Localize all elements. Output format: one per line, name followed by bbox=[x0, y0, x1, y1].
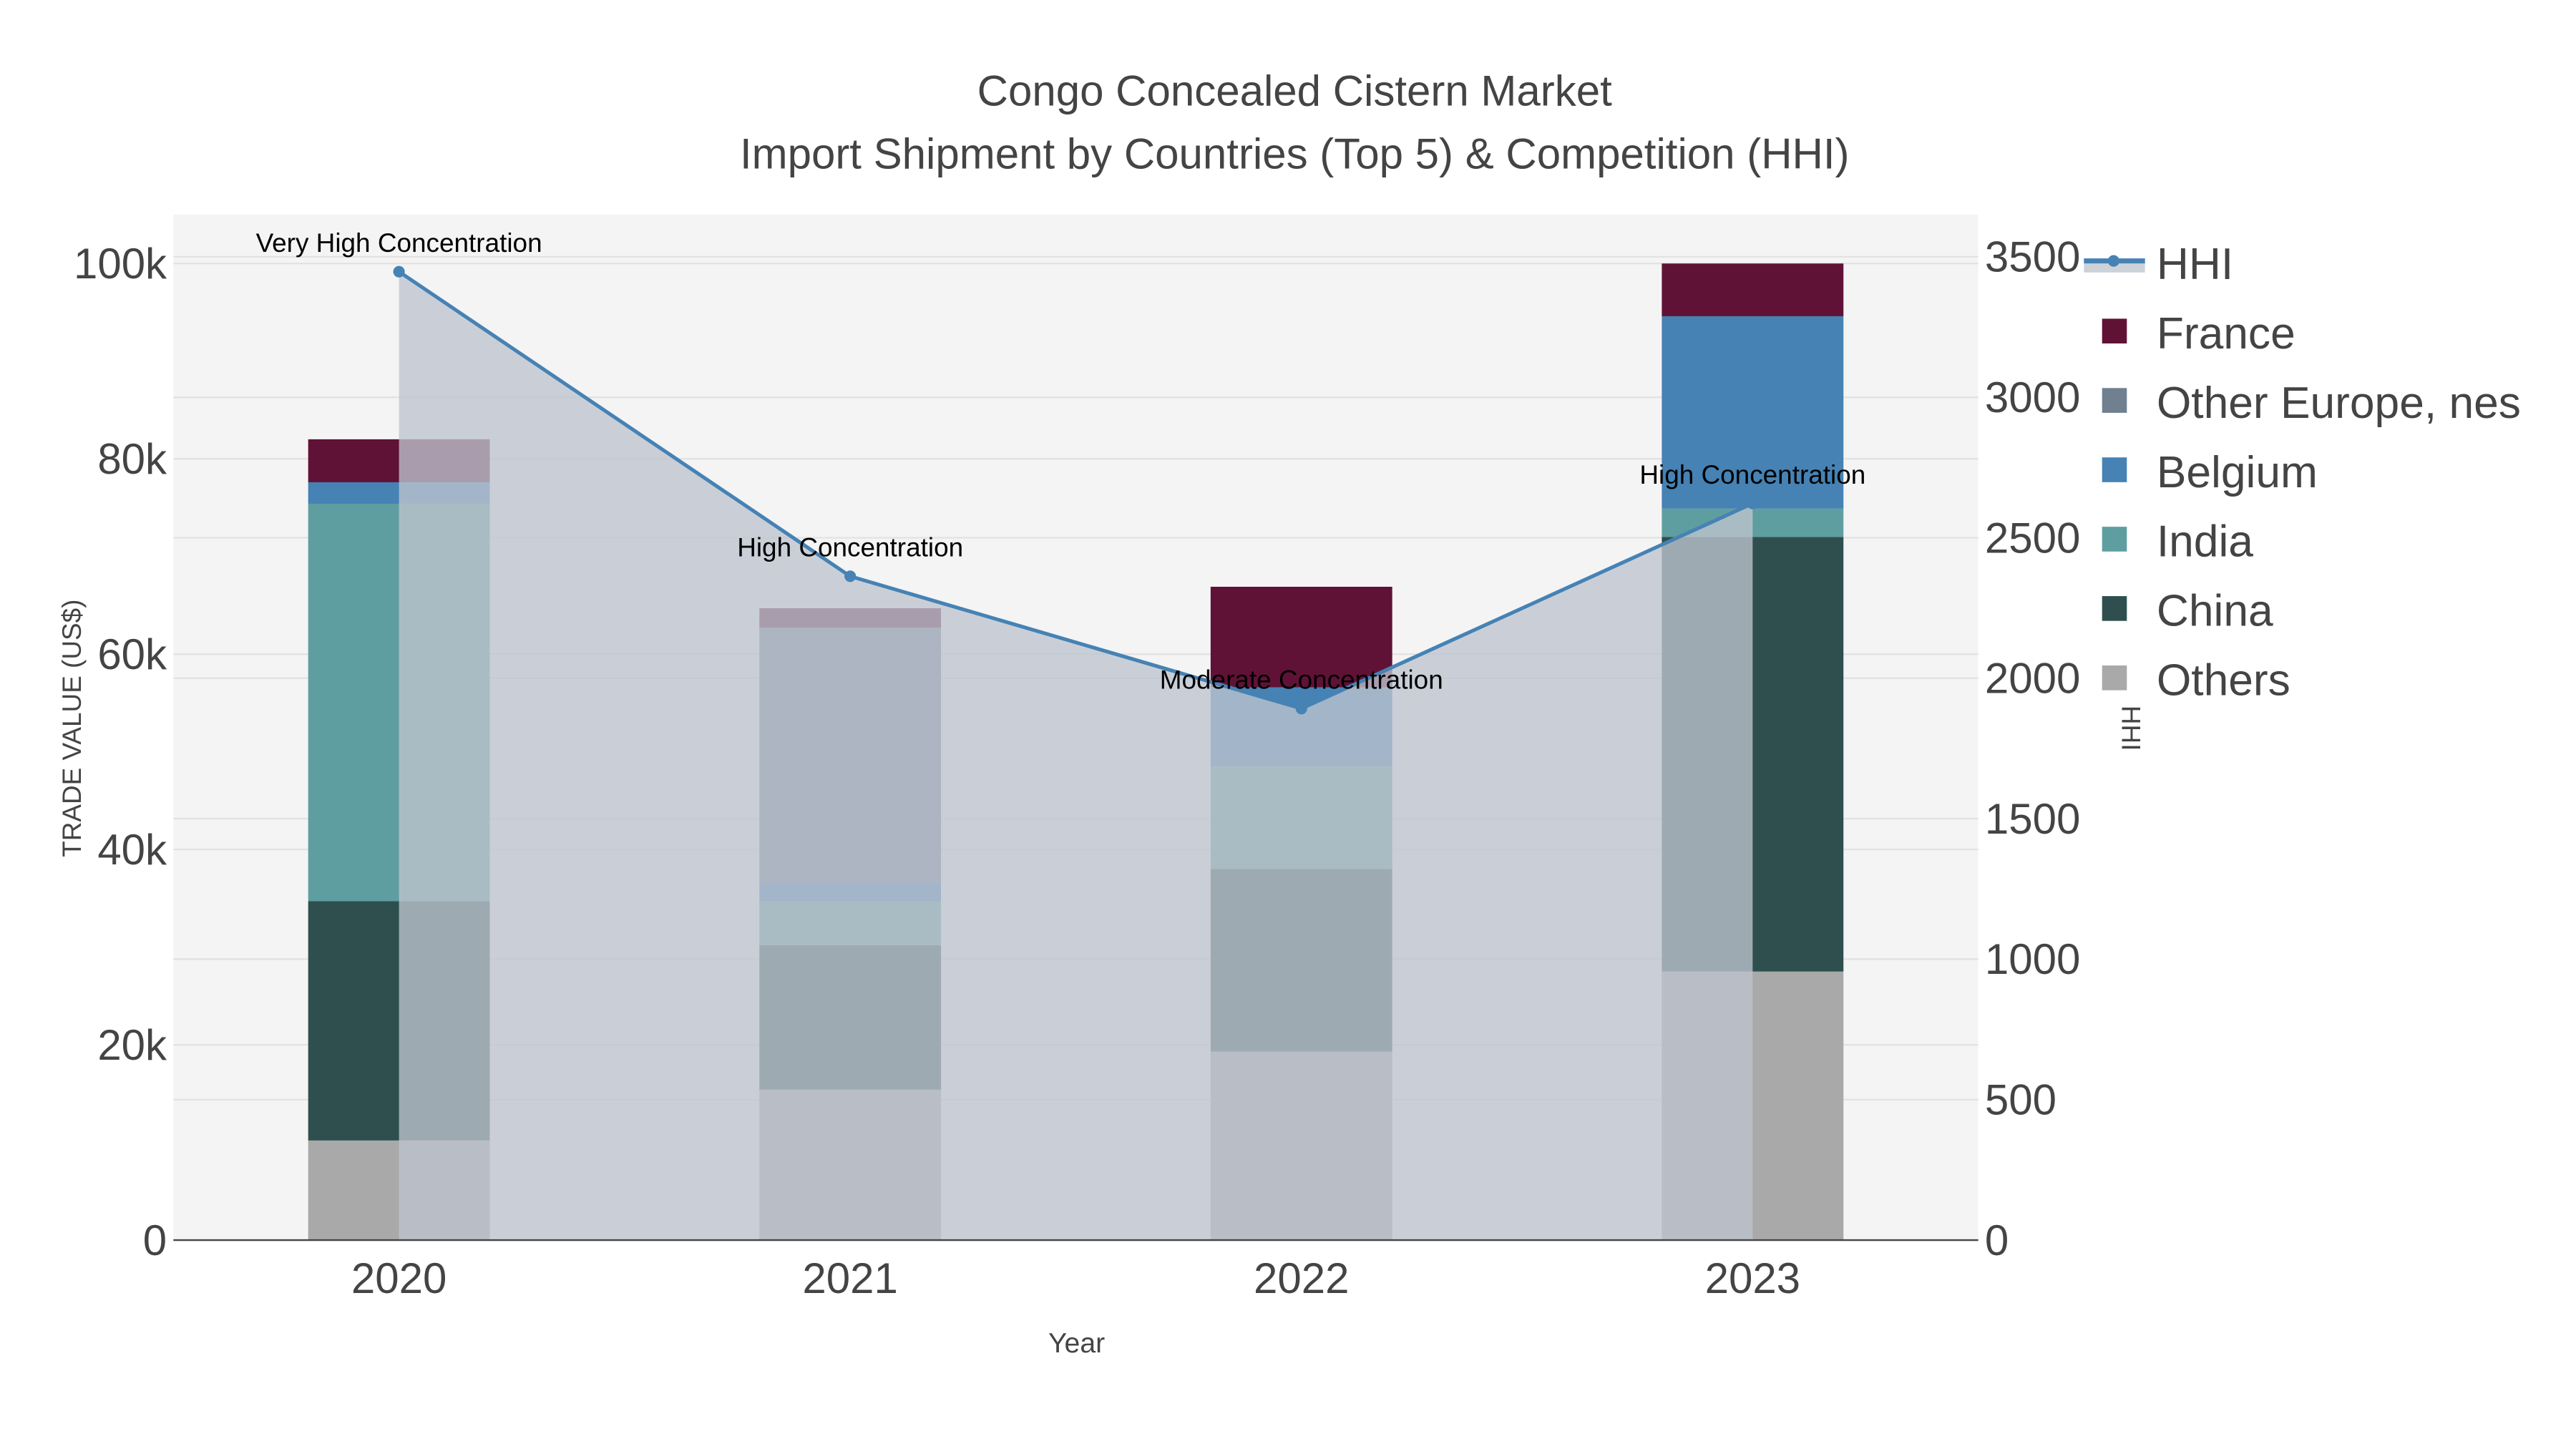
hhi-point-2020 bbox=[393, 265, 405, 278]
chart-subtitle: Import Shipment by Countries (Top 5) & C… bbox=[740, 130, 1850, 177]
legend-item-other-europe-nes[interactable]: Other Europe, nes bbox=[2102, 379, 2521, 428]
legend-swatch bbox=[2102, 665, 2127, 691]
y-tick-label: 100k bbox=[74, 240, 167, 288]
x-tick-label: 2020 bbox=[351, 1254, 447, 1302]
y-tick-label: 20k bbox=[97, 1021, 167, 1069]
hhi-annotation: High Concentration bbox=[737, 533, 963, 562]
y-tick-label: 80k bbox=[97, 435, 167, 483]
legend-swatch bbox=[2102, 457, 2127, 482]
legend-swatch bbox=[2102, 596, 2127, 621]
legend-label: India bbox=[2157, 517, 2253, 567]
legend-label: HHI bbox=[2157, 240, 2233, 289]
y-tick-label: 0 bbox=[143, 1216, 167, 1264]
y2-axis-label: HHI bbox=[2116, 706, 2145, 751]
x-tick-label: 2021 bbox=[802, 1254, 897, 1302]
y2-tick-label: 2500 bbox=[1985, 514, 2080, 562]
y2-tick-label: 1500 bbox=[1985, 795, 2080, 843]
bar-france-2023 bbox=[1662, 263, 1844, 316]
y2-tick-label: 3500 bbox=[1985, 233, 2080, 281]
y2-tick-label: 0 bbox=[1985, 1216, 2009, 1264]
chart-title: Congo Concealed Cistern Market bbox=[977, 67, 1612, 115]
legend-swatch bbox=[2102, 388, 2127, 413]
hhi-point-2022 bbox=[1295, 703, 1307, 715]
y-axis-label: TRADE VALUE (US$) bbox=[57, 600, 87, 857]
x-tick-label: 2022 bbox=[1254, 1254, 1349, 1302]
hhi-point-2021 bbox=[844, 570, 857, 582]
legend-label: Others bbox=[2157, 656, 2290, 706]
y2-tick-label: 3000 bbox=[1985, 374, 2080, 421]
y-tick-label: 40k bbox=[97, 826, 167, 874]
legend-label: China bbox=[2157, 587, 2273, 636]
hhi-annotation: Moderate Concentration bbox=[1160, 665, 1443, 695]
y-tick-label: 60k bbox=[97, 630, 167, 678]
legend-label: France bbox=[2157, 309, 2296, 358]
legend-swatch bbox=[2102, 527, 2127, 552]
legend-label: Belgium bbox=[2157, 448, 2318, 497]
chart: Very High Concentration High Concentratio… bbox=[0, 0, 2576, 1449]
hhi-annotation: High Concentration bbox=[1639, 460, 1865, 489]
legend-marker-swatch bbox=[2107, 255, 2119, 267]
hhi-annotation: Very High Concentration bbox=[256, 228, 542, 258]
legend-label: Other Europe, nes bbox=[2157, 379, 2521, 428]
y2-tick-label: 500 bbox=[1985, 1076, 2057, 1124]
x-axis-label: Year bbox=[1048, 1327, 1105, 1359]
x-tick-label: 2023 bbox=[1705, 1254, 1800, 1302]
legend-swatch bbox=[2102, 318, 2127, 343]
y2-tick-label: 2000 bbox=[1985, 655, 2080, 703]
hhi-point-2023 bbox=[1747, 497, 1759, 509]
y2-tick-label: 1000 bbox=[1985, 935, 2080, 983]
